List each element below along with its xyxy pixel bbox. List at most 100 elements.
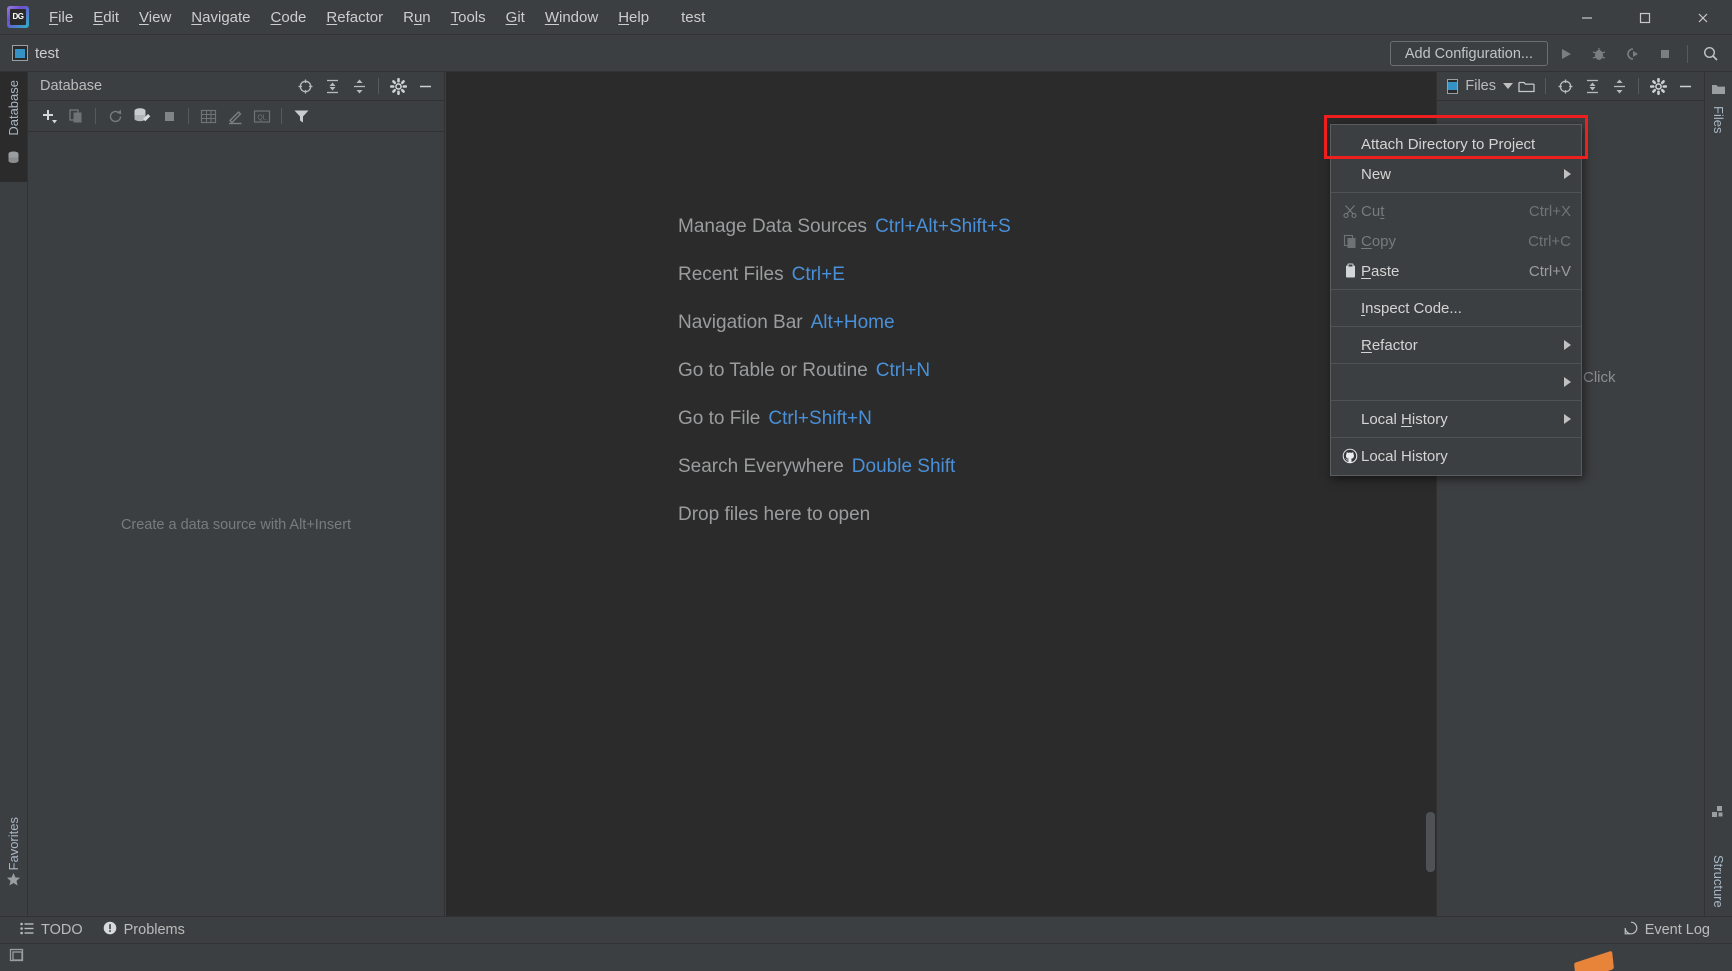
database-tool-window: Database QL Create a data source with Al… — [28, 72, 445, 916]
toggle-tool-windows-icon[interactable] — [8, 946, 26, 969]
close-icon[interactable] — [1674, 0, 1732, 35]
duplicate-icon[interactable] — [63, 103, 89, 129]
table-icon[interactable] — [195, 103, 221, 129]
database-empty-text: Create a data source with Alt+Insert — [120, 516, 352, 533]
bottom-item-todo[interactable]: TODO — [20, 922, 83, 939]
svg-text:QL: QL — [257, 114, 266, 121]
database-panel-body: Create a data source with Alt+Insert — [28, 133, 444, 916]
menu-item-create-gist[interactable]: Local History — [1331, 441, 1581, 471]
minimize-icon[interactable] — [1558, 0, 1616, 35]
query-console-icon[interactable]: QL — [249, 103, 275, 129]
menu-code[interactable]: Code — [261, 5, 317, 30]
menu-edit[interactable]: Edit — [83, 5, 129, 30]
menu-tools[interactable]: Tools — [441, 5, 496, 30]
hide-icon[interactable] — [412, 73, 438, 99]
welcome-row-search-everywhere[interactable]: Search Everywhere Double Shift — [678, 456, 1011, 478]
menu-item-copy: Copy Ctrl+C — [1331, 226, 1581, 256]
project-folder-icon — [1447, 78, 1459, 94]
settings-icon[interactable] — [385, 73, 411, 99]
files-header-actions — [1513, 73, 1704, 99]
locate-icon[interactable] — [292, 73, 318, 99]
sidebar-item-structure[interactable]: Structure — [1711, 855, 1726, 908]
bottom-item-event-log[interactable]: Event Log — [1624, 921, 1710, 939]
filter-icon[interactable] — [288, 103, 314, 129]
editor-scrollbar[interactable] — [1426, 812, 1435, 872]
submenu-arrow-icon — [1564, 414, 1571, 424]
menu-window[interactable]: Window — [535, 5, 608, 30]
menu-file[interactable]: File — [39, 5, 83, 30]
welcome-row-navigation-bar[interactable]: Navigation Bar Alt+Home — [678, 312, 1011, 334]
welcome-row-go-to-file[interactable]: Go to File Ctrl+Shift+N — [678, 408, 1011, 430]
search-icon[interactable] — [1695, 38, 1726, 69]
files-divider-2 — [1638, 78, 1639, 94]
menu-help[interactable]: Help — [608, 5, 659, 30]
stop-icon[interactable] — [1649, 38, 1680, 69]
welcome-action-label: Recent Files — [678, 264, 784, 285]
menu-navigate[interactable]: Navigate — [181, 5, 260, 30]
breadcrumb-label: test — [35, 44, 60, 62]
sidebar-item-database[interactable]: Database — [6, 80, 21, 136]
menu-item-attach-directory-to-project[interactable]: Attach Directory to Project — [1331, 129, 1581, 159]
welcome-row-recent-files[interactable]: Recent Files Ctrl+E — [678, 264, 1011, 286]
settings-icon[interactable] — [1645, 73, 1671, 99]
menu-item-label: Copy — [1361, 232, 1397, 250]
chevron-down-icon[interactable] — [1503, 83, 1513, 89]
refresh-icon[interactable] — [102, 103, 128, 129]
menu-item-label: Local History — [1361, 447, 1448, 465]
scissors-icon — [1339, 204, 1361, 219]
expand-all-icon[interactable] — [319, 73, 345, 99]
expand-all-icon[interactable] — [1579, 73, 1605, 99]
add-configuration-button[interactable]: Add Configuration... — [1389, 41, 1548, 66]
project-folder-icon — [12, 45, 28, 61]
navigation-bar: test Add Configuration... — [0, 35, 1732, 72]
collapse-all-icon[interactable] — [346, 73, 372, 99]
menu-item-label: Local History — [1361, 410, 1448, 428]
data-source-properties-icon[interactable] — [129, 103, 155, 129]
collapse-all-icon[interactable] — [1606, 73, 1632, 99]
menu-refactor[interactable]: Refactor — [316, 5, 393, 30]
sidebar-item-favorites[interactable]: Favorites — [6, 817, 21, 870]
stop-icon[interactable] — [156, 103, 182, 129]
debug-icon[interactable] — [1583, 38, 1614, 69]
database-icon — [6, 150, 21, 170]
bottom-item-label: Event Log — [1644, 922, 1710, 938]
welcome-action-label: Go to Table or Routine — [678, 360, 868, 381]
hide-icon[interactable] — [1672, 73, 1698, 99]
star-icon — [6, 872, 21, 892]
modify-icon[interactable] — [222, 103, 248, 129]
maximize-icon[interactable] — [1616, 0, 1674, 35]
app-logo-icon: DG — [7, 6, 29, 28]
menu-item-label: Attach Directory to Project — [1361, 135, 1536, 153]
menu-item-label: Refactor — [1361, 336, 1418, 354]
breadcrumb[interactable]: test — [12, 45, 59, 62]
sidebar-item-files[interactable]: Files — [1711, 106, 1726, 133]
menu-item-refactor[interactable]: Refactor — [1331, 330, 1581, 360]
welcome-row-manage-data-sources[interactable]: Manage Data Sources Ctrl+Alt+Shift+S — [678, 216, 1011, 238]
welcome-action-label: Go to File — [678, 408, 761, 429]
menu-item-new[interactable]: New — [1331, 159, 1581, 189]
menu-git[interactable]: Git — [496, 5, 535, 30]
open-folder-icon[interactable] — [1513, 73, 1539, 99]
toolbar-divider — [1687, 44, 1688, 63]
bottom-item-problems[interactable]: Problems — [103, 921, 185, 939]
editor-welcome-area[interactable]: Manage Data Sources Ctrl+Alt+Shift+S Rece… — [446, 72, 1436, 916]
header-divider — [378, 78, 379, 94]
menu-item-open-in[interactable] — [1331, 367, 1581, 397]
welcome-shortcut-key: Alt+Home — [810, 312, 895, 333]
menu-view[interactable]: View — [129, 5, 181, 30]
run-icon[interactable] — [1550, 38, 1581, 69]
menu-item-local-history[interactable]: Local History — [1331, 404, 1581, 434]
menu-separator — [1331, 326, 1581, 327]
copy-icon — [1339, 234, 1361, 249]
cursor-pointer-icon — [1574, 950, 1614, 971]
menu-item-inspect-code[interactable]: Inspect Code... — [1331, 293, 1581, 323]
problems-icon — [103, 921, 117, 939]
locate-icon[interactable] — [1552, 73, 1578, 99]
welcome-row-go-to-table-or-routine[interactable]: Go to Table or Routine Ctrl+N — [678, 360, 1011, 382]
menu-run[interactable]: Run — [393, 5, 441, 30]
welcome-shortcut-list: Manage Data Sources Ctrl+Alt+Shift+S Rece… — [678, 216, 1011, 552]
menu-item-paste[interactable]: Paste Ctrl+V — [1331, 256, 1581, 286]
add-icon[interactable] — [36, 103, 62, 129]
run-with-coverage-icon[interactable] — [1616, 38, 1647, 69]
tool-window-bottom-bar: TODO Problems Event Log — [0, 916, 1732, 943]
